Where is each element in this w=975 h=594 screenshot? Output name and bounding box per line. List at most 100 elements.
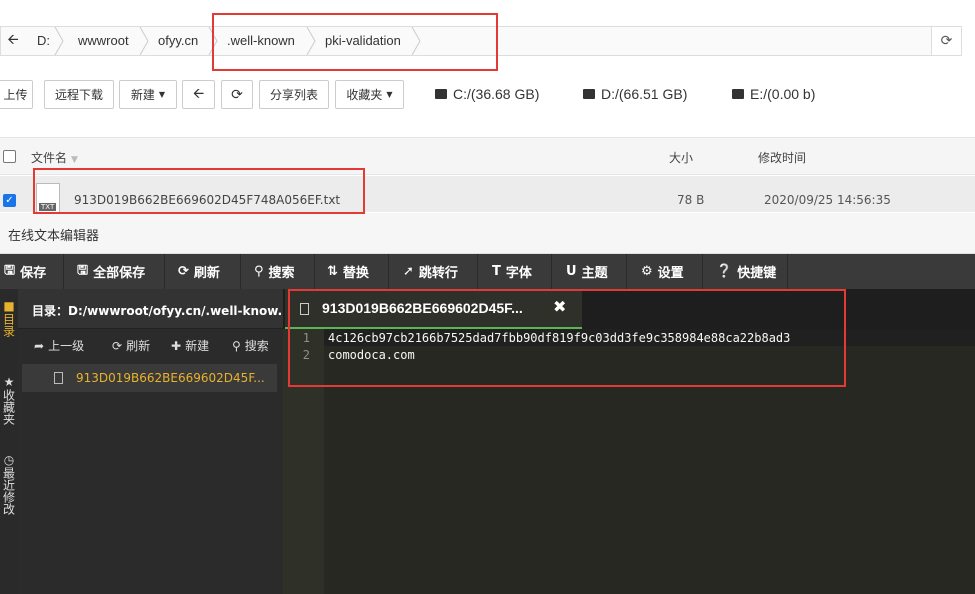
drive-d-label: D:/(66.51 GB) (601, 86, 688, 102)
tree-file-label: 913D019B662BE669602D45F... (76, 371, 265, 385)
caret-down-icon: ▼ (158, 90, 166, 99)
goto-line-button[interactable]: ➚ 跳转行 (403, 254, 458, 289)
divider (626, 254, 627, 289)
clock-icon: ◷ (2, 453, 16, 467)
new-dropdown-button[interactable]: 新建 ▼ (119, 80, 177, 109)
side-tab-directory[interactable]: ■ 目录 (0, 299, 18, 359)
tree-up-label: 上一级 (48, 339, 85, 353)
retweet-icon: ⇅ (327, 264, 338, 279)
save-label: 保存 (20, 266, 47, 281)
arrow-left-icon: 🡨 (192, 85, 205, 102)
row-checkbox[interactable]: ✓ (3, 194, 16, 207)
drive-c-label: C:/(36.68 GB) (453, 86, 540, 102)
settings-label: 设置 (657, 266, 684, 281)
divider (388, 254, 389, 289)
side-tab-favorites-label: 收藏夹 (1, 389, 16, 425)
editor-toolbar: 🖫 保存 🖫 全部保存 ⟳ 刷新 ⚲ 搜索 ⇅ 替换 ➚ 跳转行 T 字体 U 主题 ⚙ 设置 ❔… (0, 254, 975, 289)
side-tab-favorites[interactable]: ★ 收藏夹 (0, 375, 18, 441)
hard-drive-icon (583, 89, 595, 99)
divider (551, 254, 552, 289)
tree-file-item[interactable]: 913D019B662BE669602D45F... (22, 364, 277, 392)
breadcrumb-item-ofyy[interactable]: ofyy.cn (158, 27, 198, 55)
divider (240, 254, 241, 289)
refresh-button[interactable]: ⟳ 刷新 (178, 254, 220, 289)
share-list-button[interactable]: 分享列表 (259, 80, 329, 109)
new-label: 新建 (130, 88, 155, 102)
file-tree-panel: 目录：D:/wwwroot/ofyy.cn/.well-know... ➦ 上一级… (18, 289, 291, 594)
tree-new-button[interactable]: ✚ 新建 (171, 337, 209, 354)
theme-button[interactable]: U 主题 (566, 254, 608, 289)
refresh-icon: ⟳ (178, 264, 189, 279)
divider (787, 254, 788, 289)
drive-d[interactable]: D:/(66.51 GB) (583, 84, 687, 104)
path-refresh-button[interactable]: ⟳ (931, 27, 961, 55)
question-circle-icon: ❔ (716, 264, 733, 279)
breadcrumb-separator-icon (139, 26, 149, 56)
hard-drive-icon (435, 89, 447, 99)
folder-icon: ■ (2, 299, 16, 313)
pin-icon: ➚ (403, 264, 414, 279)
font-label: 字体 (505, 266, 532, 281)
goto-line-label: 跳转行 (418, 266, 458, 281)
favorites-label: 收藏夹 (346, 88, 383, 102)
tree-refresh-button[interactable]: ⟳ 刷新 (112, 337, 150, 354)
font-button[interactable]: T 字体 (492, 254, 532, 289)
back-button[interactable]: 🡨 (182, 80, 215, 109)
save-all-button[interactable]: 🖫 全部保存 (77, 254, 145, 289)
file-mtime: 2020/09/25 14:56:35 (764, 193, 891, 207)
drive-c[interactable]: C:/(36.68 GB) (435, 84, 539, 104)
tree-search-button[interactable]: ⚲ 搜索 (232, 337, 269, 354)
divider (63, 254, 64, 289)
refresh-icon: ⟳ (231, 86, 243, 103)
editor-dialog-title: 在线文本编辑器 (0, 213, 975, 254)
favorites-dropdown-button[interactable]: 收藏夹 ▼ (335, 80, 404, 109)
plus-icon: ✚ (171, 338, 182, 353)
gear-icon: ⚙ (641, 264, 653, 279)
tree-search-label: 搜索 (244, 339, 269, 353)
divider (164, 254, 165, 289)
save-button[interactable]: 🖫 保存 (4, 254, 46, 289)
tree-directory-label: 目录：D:/wwwroot/ofyy.cn/.well-know... (32, 304, 292, 318)
breadcrumb-item-d[interactable]: D: (37, 27, 50, 55)
column-size[interactable]: 大小 (669, 149, 693, 166)
replace-label: 替换 (342, 266, 369, 281)
side-tabs: ■ 目录 ★ 收藏夹 ◷ 最近修改 (0, 289, 18, 594)
back-arrow-icon[interactable]: 🡨 (1, 27, 25, 55)
search-icon: ⚲ (254, 264, 264, 279)
share-icon: ➦ (34, 338, 45, 353)
shortcuts-button[interactable]: ❔ 快捷键 (716, 254, 776, 289)
drive-e[interactable]: E:/(0.00 b) (732, 84, 815, 104)
search-icon: ⚲ (232, 338, 241, 353)
column-filename-label: 文件名 (31, 151, 68, 165)
tree-up-button[interactable]: ➦ 上一级 (34, 337, 84, 354)
divider (314, 254, 315, 289)
search-button[interactable]: ⚲ 搜索 (254, 254, 295, 289)
upload-button[interactable]: 上传 (0, 80, 33, 109)
replace-button[interactable]: ⇅ 替换 (327, 254, 369, 289)
refresh-icon: ⟳ (940, 33, 953, 49)
remote-download-button[interactable]: 远程下载 (44, 80, 114, 109)
search-label: 搜索 (268, 266, 295, 281)
settings-button[interactable]: ⚙ 设置 (641, 254, 684, 289)
theme-label: 主题 (581, 266, 608, 281)
refresh-button[interactable]: ⟳ (221, 80, 253, 109)
star-icon: ★ (2, 375, 16, 389)
shortcuts-label: 快捷键 (737, 266, 777, 281)
side-tab-directory-label: 目录 (1, 313, 16, 337)
side-tab-recent[interactable]: ◷ 最近修改 (0, 453, 18, 529)
column-mtime[interactable]: 修改时间 (758, 149, 806, 166)
hard-drive-icon (732, 89, 744, 99)
drive-e-label: E:/(0.00 b) (750, 86, 816, 102)
save-all-label: 全部保存 (93, 266, 146, 281)
magnet-icon: U (566, 264, 577, 279)
refresh-label: 刷新 (193, 266, 220, 281)
file-icon (54, 372, 63, 384)
floppy-icon: 🖫 (4, 262, 16, 278)
caret-down-icon: ▼ (386, 90, 393, 99)
tree-new-label: 新建 (185, 339, 210, 353)
column-filename[interactable]: 文件名 ▼ (31, 149, 78, 166)
divider (702, 254, 703, 289)
breadcrumb-item-wwwroot[interactable]: wwwroot (78, 27, 129, 55)
select-all-checkbox[interactable] (3, 150, 16, 163)
refresh-icon: ⟳ (112, 338, 123, 353)
